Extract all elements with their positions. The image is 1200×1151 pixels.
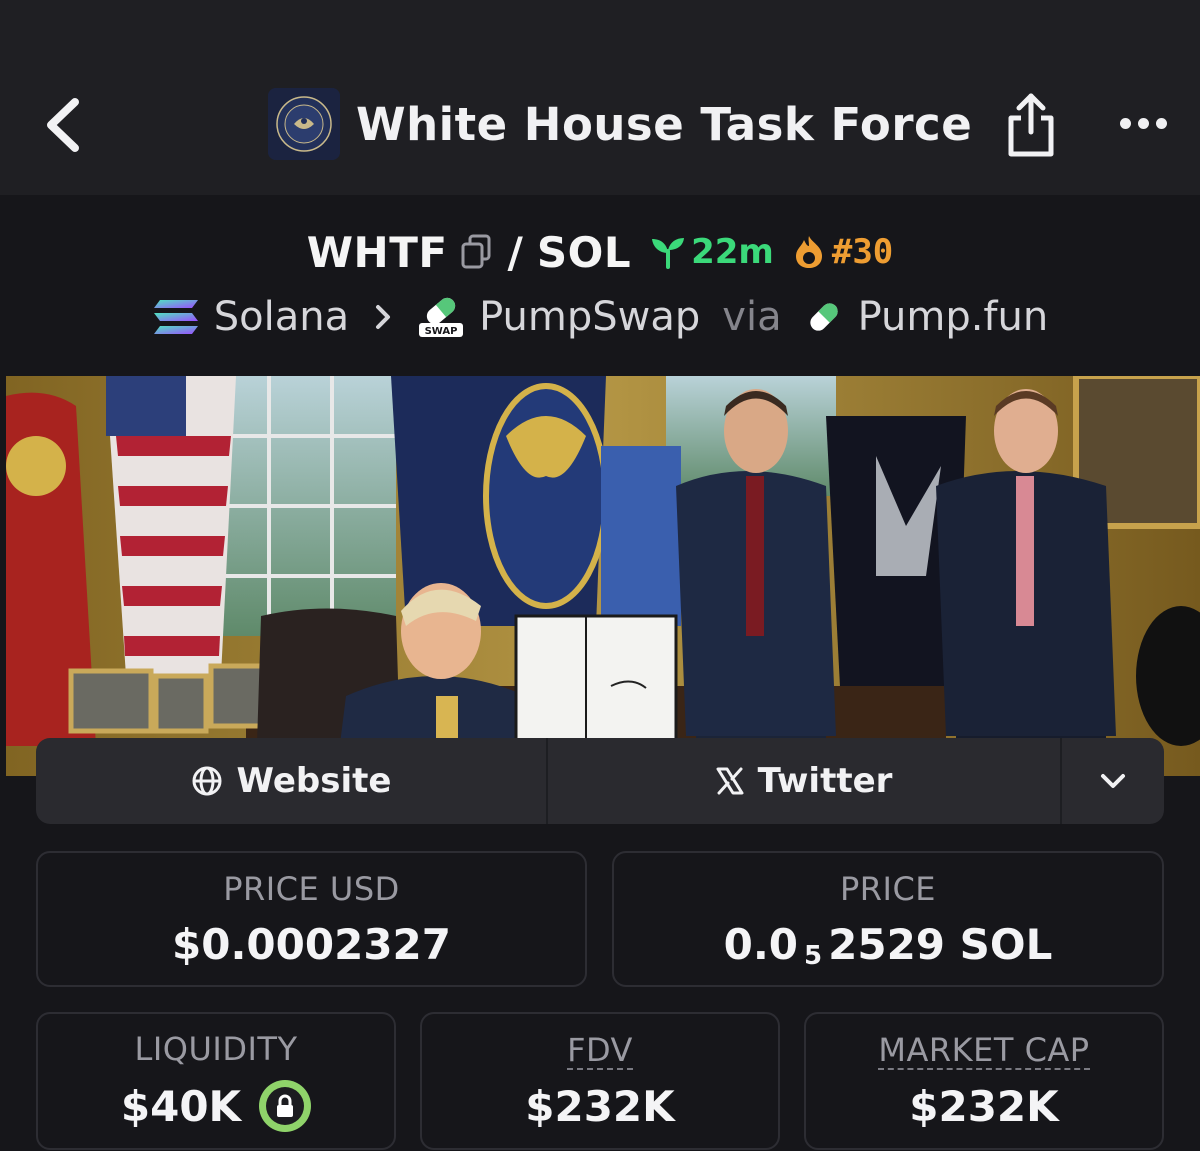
chevron-down-icon bbox=[1101, 774, 1125, 788]
age-value: 22m bbox=[691, 232, 774, 272]
solana-icon bbox=[153, 300, 198, 334]
market-cap-value: $232K bbox=[909, 1081, 1059, 1131]
liquidity-card: LIQUIDITY $40K bbox=[36, 1012, 396, 1150]
page-title: White House Task Force bbox=[356, 97, 973, 151]
fdv-card[interactable]: FDV $232K bbox=[420, 1012, 780, 1150]
price-native-card: PRICE 0.0 5 2529 SOL bbox=[612, 851, 1164, 987]
market-cap-card[interactable]: MARKET CAP $232K bbox=[804, 1012, 1164, 1150]
price-native-label: PRICE bbox=[839, 869, 937, 908]
trending-rank[interactable]: #30 bbox=[792, 232, 893, 272]
price-usd-label: PRICE USD bbox=[223, 869, 400, 908]
x-logo-icon bbox=[716, 767, 744, 795]
lock-icon[interactable] bbox=[259, 1080, 312, 1132]
chevron-right-icon bbox=[373, 302, 393, 332]
token-banner-image bbox=[6, 376, 1200, 776]
pumpswap-icon: SWAP bbox=[419, 297, 464, 337]
chevron-left-icon bbox=[47, 98, 79, 152]
launchpad-pumpfun[interactable]: Pump.fun bbox=[804, 294, 1049, 340]
pill-icon bbox=[809, 303, 838, 331]
website-button[interactable]: Website bbox=[36, 738, 548, 824]
website-label: Website bbox=[236, 761, 392, 801]
chain-solana[interactable]: Solana bbox=[152, 294, 349, 340]
dex-pumpswap[interactable]: SWAP PumpSwap bbox=[417, 294, 700, 340]
more-links-button[interactable] bbox=[1062, 738, 1164, 824]
twitter-label: Twitter bbox=[757, 761, 893, 801]
price-usd-value: $0.0002327 bbox=[172, 919, 451, 969]
via-label: via bbox=[722, 294, 782, 340]
rank-value: #30 bbox=[831, 232, 894, 272]
quote-symbol: SOL bbox=[536, 227, 632, 277]
more-horizontal-icon bbox=[1119, 117, 1131, 129]
price-native-rest: 2529 SOL bbox=[828, 919, 1053, 969]
token-title: White House Task Force bbox=[268, 88, 972, 160]
liquidity-label: LIQUIDITY bbox=[134, 1030, 298, 1068]
back-button[interactable] bbox=[38, 92, 88, 158]
seedling-icon bbox=[652, 238, 685, 269]
fdv-value: $232K bbox=[525, 1081, 675, 1131]
social-links-bar: Website Twitter bbox=[36, 738, 1164, 824]
pair-age: 22m bbox=[649, 232, 774, 272]
fdv-label: FDV bbox=[567, 1030, 633, 1070]
twitter-button[interactable]: Twitter bbox=[548, 738, 1062, 824]
chain-breadcrumb: Solana SWAP PumpSwap via Pump.fun bbox=[0, 292, 1200, 342]
price-native-prefix: 0.0 bbox=[723, 919, 799, 969]
top-app-bar: White House Task Force bbox=[0, 0, 1200, 195]
flame-icon bbox=[795, 236, 822, 268]
launchpad-name: Pump.fun bbox=[857, 294, 1049, 340]
pair-header: WHTF / SOL 22m #30 bbox=[0, 227, 1200, 277]
copy-icon[interactable] bbox=[460, 234, 492, 270]
base-symbol: WHTF bbox=[306, 227, 448, 277]
network-name: Solana bbox=[213, 294, 350, 340]
price-native-zero-count: 5 bbox=[804, 941, 823, 971]
liquidity-value: $40K bbox=[120, 1081, 242, 1131]
share-button[interactable] bbox=[1000, 88, 1062, 160]
dex-name: PumpSwap bbox=[479, 294, 701, 340]
share-icon bbox=[1008, 93, 1054, 157]
price-usd-card: PRICE USD $0.0002327 bbox=[36, 851, 587, 987]
token-logo bbox=[268, 88, 340, 160]
more-button[interactable] bbox=[1112, 100, 1174, 146]
liquidity-value-row: $40K bbox=[120, 1080, 312, 1132]
globe-icon bbox=[192, 766, 222, 796]
price-native-value: 0.0 5 2529 SOL bbox=[723, 919, 1053, 972]
pair-separator: / bbox=[507, 227, 523, 277]
market-cap-label: MARKET CAP bbox=[878, 1030, 1090, 1070]
swap-badge-text: SWAP bbox=[425, 326, 458, 337]
